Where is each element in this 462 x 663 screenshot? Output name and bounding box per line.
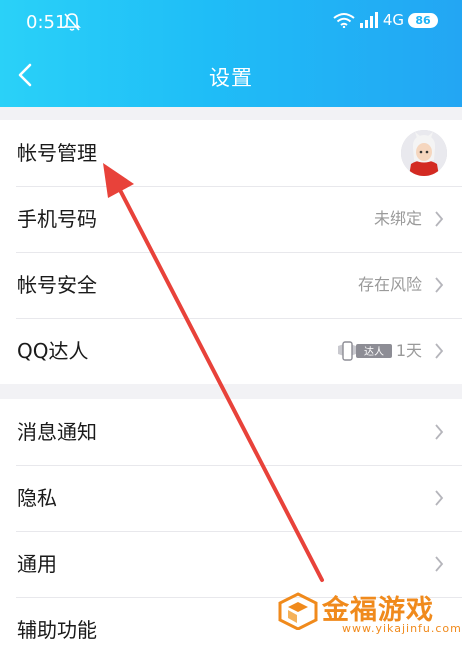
avatar bbox=[401, 130, 447, 176]
signal-icon bbox=[359, 12, 378, 28]
chevron-right-icon bbox=[435, 211, 444, 227]
qq-talent-row[interactable]: QQ达人 达人 1天 bbox=[0, 318, 462, 384]
row-label: 手机号码 bbox=[17, 207, 97, 231]
account-security-row[interactable]: 帐号安全 存在风险 bbox=[0, 252, 462, 318]
chevron-right-icon bbox=[435, 424, 444, 440]
chevron-right-icon bbox=[435, 556, 444, 572]
row-label: 帐号安全 bbox=[17, 273, 97, 297]
avatar-image bbox=[401, 130, 447, 176]
badge-text: 达人 bbox=[364, 346, 384, 358]
row-value: 未绑定 bbox=[373, 209, 422, 228]
privacy-row[interactable]: 隐私 bbox=[0, 465, 462, 531]
chevron-right-icon bbox=[435, 343, 444, 359]
bell-muted-icon bbox=[63, 13, 81, 31]
account-management-row[interactable]: 帐号管理 bbox=[0, 120, 462, 186]
battery-level: 86 bbox=[408, 12, 438, 28]
watermark-url: www.yikajinfu.com bbox=[342, 622, 462, 635]
wifi-icon bbox=[333, 13, 355, 28]
top-bar: 0:51 4G 86 设置 bbox=[0, 0, 462, 107]
qq-talent-badge-icon: 达人 bbox=[338, 341, 392, 361]
watermark-logo-icon bbox=[278, 592, 318, 630]
network-type: 4G bbox=[382, 11, 404, 29]
status-time: 0:51 bbox=[26, 12, 67, 33]
row-label: 帐号管理 bbox=[17, 141, 97, 165]
page-title: 设置 bbox=[209, 66, 253, 90]
row-label: 隐私 bbox=[17, 486, 57, 510]
phone-number-row[interactable]: 手机号码 未绑定 bbox=[0, 186, 462, 252]
row-label: 辅助功能 bbox=[17, 618, 97, 642]
status-indicators: 4G 86 bbox=[333, 11, 438, 29]
row-value: 1天 bbox=[395, 341, 422, 360]
chevron-right-icon bbox=[435, 490, 444, 506]
row-label: QQ达人 bbox=[17, 339, 89, 363]
row-value: 存在风险 bbox=[357, 275, 422, 294]
account-settings-group: 帐号管理 手机号码 未绑定 帐号安全 存在风险 QQ达人 达人 1天 bbox=[0, 120, 462, 384]
notifications-row[interactable]: 消息通知 bbox=[0, 399, 462, 465]
watermark: 金福游戏 www.yikajinfu.com bbox=[278, 590, 461, 636]
row-label: 消息通知 bbox=[17, 420, 97, 444]
chevron-right-icon bbox=[435, 277, 444, 293]
row-label: 通用 bbox=[17, 552, 57, 576]
